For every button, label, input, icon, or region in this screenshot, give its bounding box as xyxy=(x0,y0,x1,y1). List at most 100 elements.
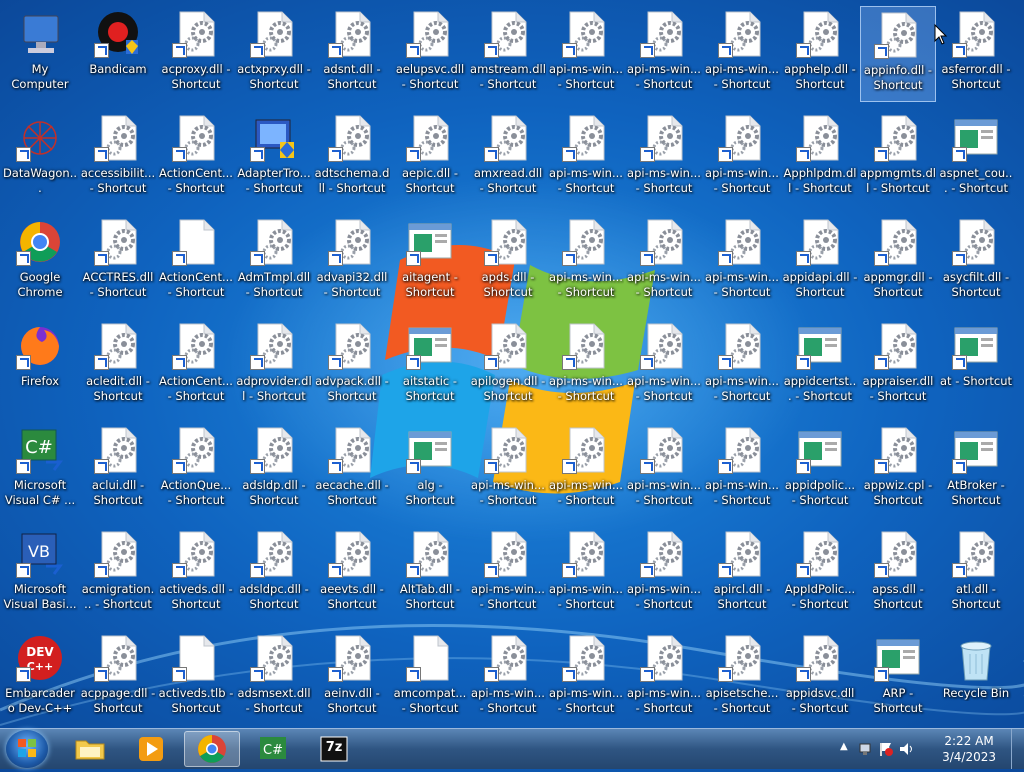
desktop-icon-actxprxy-dll-shortcut[interactable]: actxprxy.dll - Shortcut xyxy=(236,6,312,102)
desktop-icon-appinfo-dll-shortcut[interactable]: appinfo.dll - Shortcut xyxy=(860,6,936,102)
desktop-icon-api-ms-win-shortcut[interactable]: api-ms-win... - Shortcut xyxy=(548,110,624,206)
desktop-icon-aclui-dll-shortcut[interactable]: aclui.dll - Shortcut xyxy=(80,422,156,518)
desktop-icon-activeds-dll-shortcut[interactable]: activeds.dll - Shortcut xyxy=(158,526,234,622)
desktop-icon-advapi32-dll-shortcut[interactable]: advapi32.dll - Shortcut xyxy=(314,214,390,310)
taskbar-explorer-button[interactable] xyxy=(62,731,118,767)
desktop-icon-alg-shortcut[interactable]: alg - Shortcut xyxy=(392,422,468,518)
desktop-icon-atbroker-shortcut[interactable]: AtBroker - Shortcut xyxy=(938,422,1014,518)
desktop-icon-apisetsche-shortcut[interactable]: apisetsche... - Shortcut xyxy=(704,630,780,726)
desktop-icon-apds-dll-shortcut[interactable]: apds.dll - Shortcut xyxy=(470,214,546,310)
desktop-icon-appmgmts-dll-shortcut[interactable]: appmgmts.dll - Shortcut xyxy=(860,110,936,206)
taskbar-clock[interactable]: 2:22 AM 3/4/2023 xyxy=(942,733,996,765)
desktop-icon-api-ms-win-shortcut[interactable]: api-ms-win... - Shortcut xyxy=(548,422,624,518)
desktop-icon-api-ms-win-shortcut[interactable]: api-ms-win... - Shortcut xyxy=(548,318,624,414)
show-desktop-button[interactable] xyxy=(1011,729,1024,769)
desktop-icon-acppage-dll-shortcut[interactable]: acppage.dll - Shortcut xyxy=(80,630,156,726)
desktop-icon-amcompat-shortcut[interactable]: amcompat... - Shortcut xyxy=(392,630,468,726)
desktop-icon-apphelp-dll-shortcut[interactable]: apphelp.dll - Shortcut xyxy=(782,6,858,102)
desktop-icon-admtmpl-dll-shortcut[interactable]: AdmTmpl.dll - Shortcut xyxy=(236,214,312,310)
desktop-icon-appidsvc-dll-shortcut[interactable]: appidsvc.dll - Shortcut xyxy=(782,630,858,726)
taskbar-visual-csharp-button[interactable]: C# xyxy=(245,731,301,767)
desktop-icon-appidcertst-shortcut[interactable]: appidcertst... - Shortcut xyxy=(782,318,858,414)
desktop-icon-api-ms-win-shortcut[interactable]: api-ms-win... - Shortcut xyxy=(470,422,546,518)
desktop-icon-adsldp-dll-shortcut[interactable]: adsldp.dll - Shortcut xyxy=(236,422,312,518)
desktop-icon-api-ms-win-shortcut[interactable]: api-ms-win... - Shortcut xyxy=(704,214,780,310)
desktop-icon-api-ms-win-shortcut[interactable]: api-ms-win... - Shortcut xyxy=(704,318,780,414)
desktop-icon-aspnet-cou-shortcut[interactable]: aspnet_cou... - Shortcut xyxy=(938,110,1014,206)
desktop-icon-api-ms-win-shortcut[interactable]: api-ms-win... - Shortcut xyxy=(626,422,702,518)
desktop-icon-firefox[interactable]: Firefox xyxy=(2,318,78,414)
desktop-icon-api-ms-win-shortcut[interactable]: api-ms-win... - Shortcut xyxy=(548,214,624,310)
desktop-icon-amxread-dll-shortcut[interactable]: amxread.dll - Shortcut xyxy=(470,110,546,206)
desktop-icon-google-chrome[interactable]: Google Chrome xyxy=(2,214,78,310)
taskbar-media-player-button[interactable] xyxy=(123,731,179,767)
desktop-icon-adsldpc-dll-shortcut[interactable]: adsldpc.dll - Shortcut xyxy=(236,526,312,622)
desktop-icon-aecache-dll-shortcut[interactable]: aecache.dll - Shortcut xyxy=(314,422,390,518)
show-hidden-icons-icon[interactable]: ▲ xyxy=(840,741,848,752)
start-button[interactable] xyxy=(6,730,48,768)
desktop-icon-datawagon[interactable]: DataWagon... xyxy=(2,110,78,206)
desktop-icon-api-ms-win-shortcut[interactable]: api-ms-win... - Shortcut xyxy=(626,110,702,206)
desktop-icon-microsoft-visual-basi[interactable]: VB Microsoft Visual Basi... xyxy=(2,526,78,622)
desktop-icon-api-ms-win-shortcut[interactable]: api-ms-win... - Shortcut xyxy=(704,110,780,206)
desktop-icon-asferror-dll-shortcut[interactable]: asferror.dll - Shortcut xyxy=(938,6,1014,102)
desktop-icon-appwiz-cpl-shortcut[interactable]: appwiz.cpl - Shortcut xyxy=(860,422,936,518)
desktop-icon-appmgr-dll-shortcut[interactable]: appmgr.dll - Shortcut xyxy=(860,214,936,310)
desktop-icon-aitagent-shortcut[interactable]: aitagent - Shortcut xyxy=(392,214,468,310)
desktop-icon-api-ms-win-shortcut[interactable]: api-ms-win... - Shortcut xyxy=(626,630,702,726)
desktop-icon-apphlpdm-dll-shortcut[interactable]: Apphlpdm.dll - Shortcut xyxy=(782,110,858,206)
desktop-icon-arp-shortcut[interactable]: ARP - Shortcut xyxy=(860,630,936,726)
desktop-icon-apircl-dll-shortcut[interactable]: apircl.dll - Shortcut xyxy=(704,526,780,622)
desktop-icon-appidapi-dll-shortcut[interactable]: appidapi.dll - Shortcut xyxy=(782,214,858,310)
desktop-icon-asycfilt-dll-shortcut[interactable]: asycfilt.dll - Shortcut xyxy=(938,214,1014,310)
desktop-icon-acctres-dll-shortcut[interactable]: ACCTRES.dll - Shortcut xyxy=(80,214,156,310)
desktop-icon-activeds-tlb-shortcut[interactable]: activeds.tlb - Shortcut xyxy=(158,630,234,726)
desktop-icon-adprovider-dll-shortcut[interactable]: adprovider.dll - Shortcut xyxy=(236,318,312,414)
desktop-icon-acmigration-shortcut[interactable]: acmigration... - Shortcut xyxy=(80,526,156,622)
desktop-icon-actioncent-shortcut[interactable]: ActionCent... - Shortcut xyxy=(158,110,234,206)
desktop-icon-acproxy-dll-shortcut[interactable]: acproxy.dll - Shortcut xyxy=(158,6,234,102)
desktop-icon-api-ms-win-shortcut[interactable]: api-ms-win... - Shortcut xyxy=(626,214,702,310)
desktop-icon-acledit-dll-shortcut[interactable]: acledit.dll - Shortcut xyxy=(80,318,156,414)
desktop-icon-accessibilit-shortcut[interactable]: accessibilit... - Shortcut xyxy=(80,110,156,206)
desktop-icon-appraiser-dll-shortcut[interactable]: appraiser.dll - Shortcut xyxy=(860,318,936,414)
desktop-icon-actioncent-shortcut[interactable]: ActionCent... - Shortcut xyxy=(158,318,234,414)
action-center-flag-icon[interactable] xyxy=(878,741,894,757)
taskbar-7zip-button[interactable]: 7z xyxy=(306,731,362,767)
desktop-icon-aeevts-dll-shortcut[interactable]: aeevts.dll - Shortcut xyxy=(314,526,390,622)
desktop-icon-actioncent-shortcut[interactable]: ActionCent... - Shortcut xyxy=(158,214,234,310)
desktop-icon-api-ms-win-shortcut[interactable]: api-ms-win... - Shortcut xyxy=(548,630,624,726)
desktop-icon-amstream-dll-shortcut[interactable]: amstream.dll - Shortcut xyxy=(470,6,546,102)
desktop-icon-api-ms-win-shortcut[interactable]: api-ms-win... - Shortcut xyxy=(626,318,702,414)
desktop-icon-api-ms-win-shortcut[interactable]: api-ms-win... - Shortcut xyxy=(548,6,624,102)
desktop-icon-at-shortcut[interactable]: at - Shortcut xyxy=(938,318,1014,414)
network-icon[interactable] xyxy=(858,741,874,757)
desktop-icon-my-computer[interactable]: My Computer xyxy=(2,6,78,102)
desktop-icon-apilogen-dll-shortcut[interactable]: apilogen.dll - Shortcut xyxy=(470,318,546,414)
desktop-icon-apss-dll-shortcut[interactable]: apss.dll - Shortcut xyxy=(860,526,936,622)
desktop-icon-embarcadero-dev-c[interactable]: DEV C++ Embarcadero Dev-C++ xyxy=(2,630,78,726)
desktop-icon-aitstatic-shortcut[interactable]: aitstatic - Shortcut xyxy=(392,318,468,414)
desktop-icon-advpack-dll-shortcut[interactable]: advpack.dll - Shortcut xyxy=(314,318,390,414)
desktop-icon-atl-dll-shortcut[interactable]: atl.dll - Shortcut xyxy=(938,526,1014,622)
desktop-icon-api-ms-win-shortcut[interactable]: api-ms-win... - Shortcut xyxy=(704,422,780,518)
desktop-icon-api-ms-win-shortcut[interactable]: api-ms-win... - Shortcut xyxy=(470,526,546,622)
desktop-icon-microsoft-visual-c[interactable]: C# Microsoft Visual C# ... xyxy=(2,422,78,518)
desktop-icon-api-ms-win-shortcut[interactable]: api-ms-win... - Shortcut xyxy=(548,526,624,622)
desktop-icon-appidpolic-shortcut[interactable]: AppIdPolic... - Shortcut xyxy=(782,526,858,622)
desktop-icon-actionque-shortcut[interactable]: ActionQue... - Shortcut xyxy=(158,422,234,518)
desktop-icon-recycle-bin[interactable]: Recycle Bin xyxy=(938,630,1014,726)
desktop-icon-aelupsvc-dll-shortcut[interactable]: aelupsvc.dll - Shortcut xyxy=(392,6,468,102)
desktop-icon-bandicam[interactable]: Bandicam xyxy=(80,6,156,102)
desktop-icon-adtschema-dll-shortcut[interactable]: adtschema.dll - Shortcut xyxy=(314,110,390,206)
desktop-icon-adaptertro-shortcut[interactable]: AdapterTro... - Shortcut xyxy=(236,110,312,206)
desktop-icon-api-ms-win-shortcut[interactable]: api-ms-win... - Shortcut xyxy=(470,630,546,726)
volume-icon[interactable] xyxy=(898,741,916,757)
desktop-icon-aepic-dll-shortcut[interactable]: aepic.dll - Shortcut xyxy=(392,110,468,206)
desktop-icon-api-ms-win-shortcut[interactable]: api-ms-win... - Shortcut xyxy=(704,6,780,102)
desktop-icon-adsmsext-dll-shortcut[interactable]: adsmsext.dll - Shortcut xyxy=(236,630,312,726)
desktop-icon-alttab-dll-shortcut[interactable]: AltTab.dll - Shortcut xyxy=(392,526,468,622)
desktop-icon-api-ms-win-shortcut[interactable]: api-ms-win... - Shortcut xyxy=(626,6,702,102)
desktop-icon-api-ms-win-shortcut[interactable]: api-ms-win... - Shortcut xyxy=(626,526,702,622)
taskbar-chrome-button[interactable] xyxy=(184,731,240,767)
